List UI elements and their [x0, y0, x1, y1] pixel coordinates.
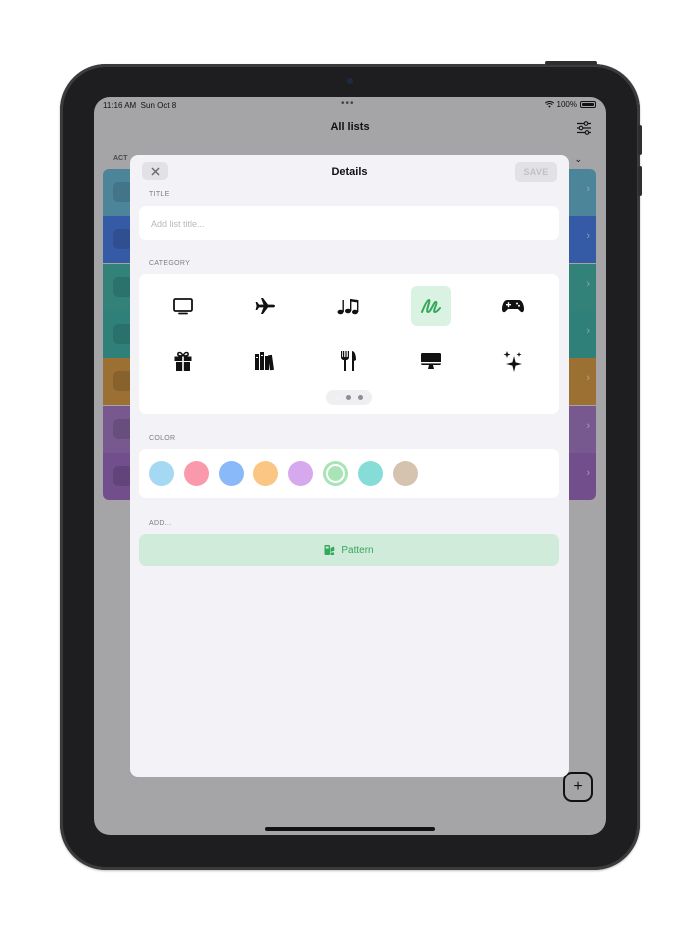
screen: 11:16 AM Sun Oct 8 ••• 100% All lists AC…	[94, 97, 606, 835]
save-button[interactable]: SAVE	[515, 162, 557, 182]
scribble-icon	[421, 299, 441, 313]
category-gamecontroller[interactable]	[493, 286, 533, 326]
sheet-title: Details	[331, 166, 368, 178]
multitasking-dots[interactable]: •••	[341, 98, 355, 109]
status-bar: 11:16 AM Sun Oct 8 ••• 100%	[94, 97, 606, 115]
books-icon	[255, 352, 274, 371]
color-swatch[interactable]	[357, 461, 383, 486]
pattern-icon	[324, 545, 335, 555]
category-airplane[interactable]	[245, 286, 285, 326]
chevron-right-icon: ›	[586, 230, 590, 243]
category-sparkles[interactable]	[493, 341, 533, 381]
title-card	[139, 206, 559, 242]
page-dot-1	[335, 395, 340, 400]
filter-sliders-icon[interactable]	[576, 121, 592, 135]
add-section-label: ADD...	[149, 520, 172, 527]
category-books[interactable]	[245, 341, 285, 381]
chevron-right-icon: ›	[586, 372, 590, 385]
top-button	[545, 61, 597, 65]
status-time: 11:16 AM Sun Oct 8	[103, 101, 176, 110]
category-section-label: CATEGORY	[149, 260, 191, 267]
background-section-label: ACT	[113, 155, 128, 162]
front-camera	[347, 78, 353, 84]
category-tv[interactable]	[163, 286, 203, 326]
category-gift[interactable]	[163, 341, 203, 381]
color-section-label: COLOR	[149, 435, 176, 442]
volume-up-button	[638, 125, 642, 155]
desktop-computer-icon	[421, 353, 441, 369]
tv-icon	[173, 298, 193, 315]
category-desktop[interactable]	[411, 341, 451, 381]
color-swatch[interactable]	[183, 461, 209, 486]
add-list-button[interactable]: +	[563, 772, 593, 802]
color-picker	[139, 449, 559, 498]
airplane-icon	[255, 298, 275, 314]
add-pattern-button[interactable]: Pattern	[139, 534, 559, 566]
status-right: 100%	[544, 100, 596, 109]
chevron-right-icon: ›	[586, 419, 590, 432]
category-grid	[139, 274, 559, 414]
music-notes-icon	[337, 299, 359, 315]
gamecontroller-icon	[502, 300, 524, 313]
pattern-label: Pattern	[341, 544, 374, 556]
page-title: All lists	[330, 121, 370, 133]
chevron-right-icon: ›	[586, 183, 590, 195]
details-sheet: Details SAVE TITLE CATEGORY	[130, 155, 569, 777]
category-scribble[interactable]	[411, 286, 451, 326]
color-swatch[interactable]	[149, 461, 174, 486]
category-dining[interactable]	[328, 341, 368, 381]
color-swatch[interactable]	[323, 461, 348, 486]
gift-icon	[174, 351, 192, 371]
title-section-label: TITLE	[149, 191, 170, 198]
page-dot-3	[358, 395, 363, 400]
sparkles-icon	[503, 351, 522, 372]
color-swatch[interactable]	[392, 461, 418, 486]
fork-knife-icon	[341, 351, 356, 371]
home-indicator	[265, 827, 435, 831]
chevron-right-icon: ›	[586, 324, 590, 337]
chevron-right-icon: ›	[586, 277, 590, 290]
status-time-text: 11:16 AM	[103, 101, 137, 110]
color-swatch[interactable]	[218, 461, 244, 486]
list-title-input[interactable]	[149, 206, 549, 242]
color-swatch[interactable]	[253, 461, 279, 486]
wifi-icon	[544, 101, 554, 108]
chevron-right-icon: ›	[586, 466, 590, 479]
category-music[interactable]	[328, 286, 368, 326]
battery-icon	[580, 101, 596, 108]
chevron-down-icon[interactable]: ⌄	[574, 154, 582, 165]
page-indicator[interactable]	[326, 390, 372, 405]
status-date-text: Sun Oct 8	[140, 101, 177, 110]
page-dot-2	[346, 395, 351, 400]
volume-down-button	[638, 166, 642, 196]
color-swatch[interactable]	[288, 461, 314, 486]
battery-percent: 100%	[556, 100, 577, 109]
